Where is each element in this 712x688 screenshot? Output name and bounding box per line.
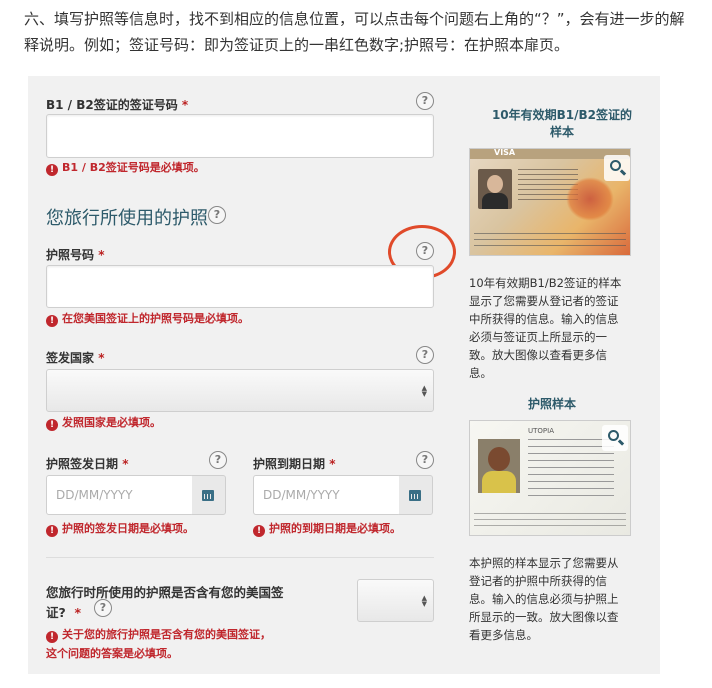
visa-in-passport-select[interactable]: ▲ ▼ [357, 579, 434, 622]
section-help-icon[interactable]: ? [208, 206, 226, 224]
visa-number-help-icon[interactable]: ? [416, 92, 434, 110]
expiry-date-input[interactable]: DD/MM/YYYY [253, 475, 401, 515]
visa-number-label: B1 / B2签证的签证号码 * [46, 98, 189, 112]
passport-number-label: 护照号码 * [46, 248, 105, 262]
issuing-country-error: ! 发照国家是必填项。 [46, 414, 161, 431]
visa-zoom-button[interactable] [604, 155, 630, 181]
visa-sample-title: 10年有效期B1/B2签证的 样本 [491, 108, 633, 139]
magnifier-icon [610, 160, 621, 171]
issuing-country-select[interactable]: ▲ ▼ [46, 369, 434, 412]
visa-in-passport-error: ! 关于您的旅行护照是否含有您的美国签证， [46, 626, 271, 643]
passport-country-label: UTOPIA [528, 427, 554, 435]
error-icon: ! [253, 525, 265, 537]
visa-photo [478, 169, 512, 209]
visa-sample-description: 10年有效期B1/B2签证的样本 显示了您需要从登记者的签证 中所获得的信息。输入的… [469, 276, 622, 380]
passport-zoom-button[interactable] [602, 425, 628, 451]
select-arrows-icon: ▲ ▼ [421, 593, 427, 608]
expiry-date-calendar-button[interactable] [399, 475, 433, 515]
calendar-icon [409, 490, 421, 501]
passport-sample-image[interactable]: UTOPIA [469, 420, 631, 536]
passport-sample-title: 护照样本 [527, 397, 576, 411]
expiry-date-label: 护照到期日期 * [253, 457, 336, 471]
error-icon: ! [46, 525, 58, 537]
section-title: 您旅行所使用的护照 [46, 208, 208, 229]
issue-date-error: ! 护照的签发日期是必填项。 [46, 520, 194, 537]
passport-photo [478, 439, 520, 493]
issue-date-calendar-button[interactable] [192, 475, 226, 515]
form-panel: B1 / B2签证的签证号码 * ? ! B1 / B2签证号码是必填项。 您旅行… [28, 76, 660, 674]
error-icon: ! [46, 164, 58, 176]
magnifier-icon [608, 430, 619, 441]
visa-card-label: VISA [494, 148, 516, 157]
error-icon: ! [46, 315, 58, 327]
visa-in-passport-label-line2: 证? * [46, 605, 82, 620]
expiry-date-error: ! 护照的到期日期是必填项。 [253, 520, 401, 537]
issuing-country-label: 签发国家 * [46, 351, 105, 365]
visa-in-passport-error-line2: 这个问题的答案是必填项。 [46, 647, 178, 660]
issue-date-label: 护照签发日期 * [46, 457, 129, 471]
expiry-date-help-icon[interactable]: ? [416, 451, 434, 469]
intro-text: 六、填写护照等信息时，找不到相应的信息位置，可以点击每个问题右上角的“？”，会有… [24, 10, 685, 54]
select-arrows-icon: ▲ ▼ [421, 383, 427, 398]
divider [46, 557, 434, 558]
calendar-icon [202, 490, 214, 501]
error-icon: ! [46, 631, 58, 643]
visa-sample-image[interactable]: VISA [469, 148, 631, 256]
error-icon: ! [46, 419, 58, 431]
visa-in-passport-label: 您旅行时所使用的护照是否含有您的美国签 [46, 585, 284, 600]
issue-date-input[interactable]: DD/MM/YYYY [46, 475, 194, 515]
passport-sample-description: 本护照的样本显示了您需要从 登记者的护照中所获得的信 息。输入的信息必须与护照上 所显… [469, 556, 619, 642]
visa-number-input[interactable] [46, 114, 434, 158]
issuing-country-help-icon[interactable]: ? [416, 346, 434, 364]
visa-number-error: ! B1 / B2签证号码是必填项。 [46, 159, 205, 176]
passport-number-input[interactable] [46, 265, 434, 308]
visa-in-passport-help-icon[interactable]: ? [94, 599, 112, 617]
issue-date-help-icon[interactable]: ? [209, 451, 227, 469]
passport-number-error: ! 在您美国签证上的护照号码是必填项。 [46, 310, 249, 327]
